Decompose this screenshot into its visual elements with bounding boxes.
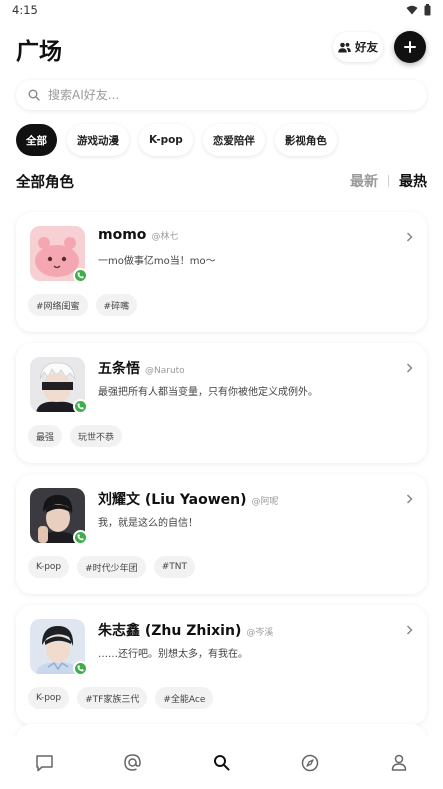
search-icon <box>28 89 40 101</box>
chevron-right-icon[interactable] <box>406 363 413 373</box>
sort-options: 最新 最热 <box>350 171 427 191</box>
profile-icon <box>391 754 406 771</box>
character-name: 朱志鑫 (Zhu Zhixin) <box>98 623 242 639</box>
tag[interactable]: K-pop <box>28 687 70 709</box>
call-badge <box>73 661 88 676</box>
character-description: 一mo做事亿mo当！mo～ <box>98 256 216 267</box>
tag-list: K-pop #TF家族三代 #全能Ace <box>28 687 214 709</box>
search-input[interactable] <box>48 88 408 102</box>
character-description: ……还行吧。别想太多，有我在。 <box>98 649 248 660</box>
name-line: 刘耀文 (Liu Yaowen) @阿呢 <box>98 489 279 509</box>
nav-mentions[interactable] <box>113 743 153 783</box>
character-card[interactable]: 朱志鑫 (Zhu Zhixin) @岑溪 ……还行吧。别想太多，有我在。 K-p… <box>16 605 427 725</box>
compass-icon <box>301 754 319 771</box>
character-name: 刘耀文 (Liu Yaowen) <box>98 492 247 508</box>
character-card[interactable]: 五条悟 @Naruto 最强把所有人都当变量，只有你被他定义成例外。 最强 玩世… <box>16 343 427 463</box>
tag[interactable]: #TNT <box>153 556 195 578</box>
name-line: momo @林七 <box>98 227 178 243</box>
phone-icon <box>77 272 84 279</box>
tag[interactable]: #全能Ace <box>155 687 214 709</box>
nav-profile[interactable] <box>379 743 419 783</box>
category-romance[interactable]: 恋爱陪伴 <box>202 124 265 156</box>
chevron-right-icon[interactable] <box>406 494 413 504</box>
tag-list: #网络闺蜜 #碎嘴 <box>28 294 138 316</box>
name-line: 朱志鑫 (Zhu Zhixin) @岑溪 <box>98 620 273 640</box>
at-icon <box>124 754 142 771</box>
category-tabs: 全部 游戏动漫 K-pop 恋爱陪伴 影视角色 <box>16 124 337 156</box>
nav-discover[interactable] <box>290 743 330 783</box>
tag[interactable]: K-pop <box>28 556 70 578</box>
friends-button-label: 好友 <box>355 40 378 54</box>
status-icons <box>406 4 431 16</box>
wifi-icon <box>406 5 418 15</box>
section-title: 全部角色 <box>16 175 74 191</box>
tag[interactable]: #网络闺蜜 <box>28 294 88 316</box>
character-name: momo <box>98 227 147 243</box>
friends-button[interactable]: 好友 <box>333 32 383 62</box>
tag-list: K-pop #时代少年团 #TNT <box>28 556 195 578</box>
tag[interactable]: #碎嘴 <box>95 294 138 316</box>
chat-icon <box>36 754 53 771</box>
sort-hot-button[interactable]: 最热 <box>399 171 427 191</box>
tag[interactable]: 最强 <box>28 425 63 447</box>
call-badge <box>73 530 88 545</box>
phone-icon <box>77 665 84 672</box>
bottom-nav <box>0 736 443 789</box>
header: 广场 好友 <box>0 28 443 68</box>
nav-messages[interactable] <box>24 743 64 783</box>
chevron-right-icon[interactable] <box>406 625 413 635</box>
category-games-anime[interactable]: 游戏动漫 <box>67 124 129 156</box>
character-description: 最强把所有人都当变量，只有你被他定义成例外。 <box>98 387 318 398</box>
chevron-right-icon[interactable] <box>406 232 413 242</box>
status-bar: 4:15 <box>0 0 443 22</box>
plus-icon <box>404 41 416 53</box>
sort-divider <box>388 175 389 187</box>
status-time: 4:15 <box>12 3 38 17</box>
nav-search[interactable] <box>201 743 241 783</box>
sort-latest-button[interactable]: 最新 <box>350 171 378 191</box>
phone-icon <box>77 403 84 410</box>
character-description: 我，就是这么的自信！ <box>98 518 198 529</box>
tag[interactable]: 玩世不恭 <box>70 425 123 447</box>
character-name: 五条悟 <box>98 361 140 377</box>
category-film-tv[interactable]: 影视角色 <box>274 124 337 156</box>
name-line: 五条悟 @Naruto <box>98 358 185 378</box>
search-icon <box>213 755 230 771</box>
tag[interactable]: #TF家族三代 <box>77 687 148 709</box>
creator-handle: @林七 <box>151 232 179 242</box>
tag[interactable]: #时代少年团 <box>77 556 146 578</box>
friends-icon <box>338 42 351 52</box>
creator-handle: @阿呢 <box>251 497 279 507</box>
character-card[interactable]: 刘耀文 (Liu Yaowen) @阿呢 我，就是这么的自信！ K-pop #时… <box>16 474 427 594</box>
search-bar[interactable] <box>16 80 427 110</box>
character-card[interactable]: momo @林七 一mo做事亿mo当！mo～ #网络闺蜜 #碎嘴 <box>16 212 427 332</box>
page-title: 广场 <box>16 39 62 65</box>
creator-handle: @岑溪 <box>246 628 274 638</box>
call-badge <box>73 399 88 414</box>
phone-icon <box>77 534 84 541</box>
tag-list: 最强 玩世不恭 <box>28 425 123 447</box>
call-badge <box>73 268 88 283</box>
category-all[interactable]: 全部 <box>16 124 57 156</box>
category-kpop[interactable]: K-pop <box>139 124 193 156</box>
add-button[interactable] <box>394 31 426 63</box>
battery-icon <box>424 4 431 16</box>
creator-handle: @Naruto <box>145 366 185 376</box>
